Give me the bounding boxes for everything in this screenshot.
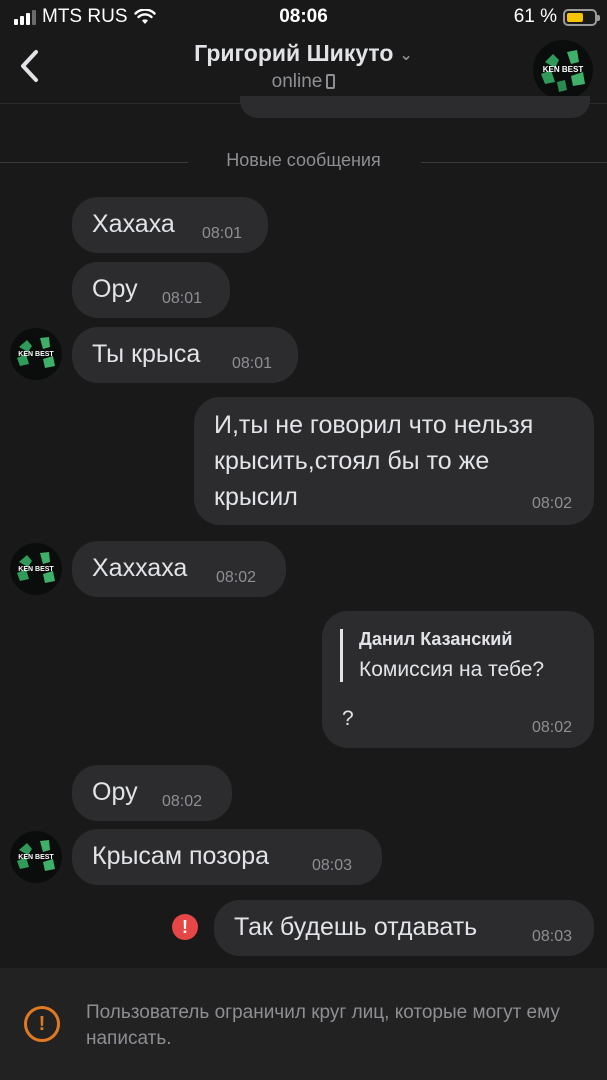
new-messages-label: Новые сообщения (212, 150, 395, 170)
message-time: 08:02 (216, 569, 257, 586)
incoming-message[interactable]: Хаххаха 08:02 (72, 541, 286, 597)
mobile-phone-icon (326, 74, 336, 89)
contact-name-text: Григорий Шикуто (194, 40, 394, 66)
avatar-logo-text: KEN BEST (18, 566, 54, 573)
incoming-message[interactable]: Ору 08:01 (72, 262, 230, 318)
message-time: 08:01 (202, 225, 243, 242)
incoming-message[interactable]: Ору 08:02 (72, 765, 232, 821)
presence-text: online (271, 71, 323, 92)
message-time: 08:02 (531, 495, 572, 512)
incoming-message[interactable]: Крысам позора 08:03 (72, 829, 382, 885)
message-text: ? (342, 707, 354, 730)
message-time: 08:02 (531, 719, 572, 736)
contact-avatar[interactable]: KEN BEST (533, 40, 593, 100)
message-text: Хахаха (92, 210, 175, 238)
message-time: 08:01 (162, 290, 203, 307)
avatar-logo-text: KEN BEST (18, 854, 54, 861)
outgoing-message[interactable]: Данил Казанский Комиссия на тебе? ? 08:0… (322, 611, 594, 748)
incoming-message[interactable]: Хахаха 08:01 (72, 197, 268, 253)
message-text: Так будешь отдавать (234, 913, 478, 941)
warning-icon: ! (24, 1006, 60, 1042)
back-arrow-icon[interactable] (14, 46, 48, 86)
incoming-message[interactable]: Ты крыса 08:01 (72, 327, 298, 383)
sender-avatar[interactable]: KEN BEST (10, 831, 62, 883)
reply-text: Комиссия на тебе? (359, 658, 545, 681)
message-text: Ору (92, 778, 138, 806)
message-text: Хаххаха (92, 554, 188, 582)
message-text: Крысам позора (92, 842, 270, 870)
reply-author: Данил Казанский (359, 629, 513, 649)
message-time: 08:03 (312, 857, 353, 874)
message-time: 08:01 (232, 355, 273, 372)
outgoing-message[interactable]: И,ты не говорил что нельзя крысить,стоял… (194, 397, 594, 525)
message-text: Ты крыса (92, 340, 201, 368)
sender-avatar[interactable]: KEN BEST (10, 328, 62, 380)
message-text: Ору (92, 275, 138, 303)
reply-quote[interactable]: Данил Казанский Комиссия на тебе? (340, 629, 544, 682)
avatar-logo-text: KEN BEST (543, 65, 584, 74)
restricted-notice-text: Пользователь ограничил круг лиц, которые… (86, 1002, 560, 1049)
status-bar: MTS RUS 08:06 61 % (0, 0, 607, 34)
message-time: 08:02 (162, 793, 203, 810)
chevron-down-icon: ⌄ (399, 46, 413, 64)
restricted-notice-bar: ! Пользователь ограничил круг лиц, котор… (0, 968, 607, 1080)
contact-info[interactable]: Григорий Шикуто ⌄ online (100, 40, 507, 93)
send-error-icon[interactable]: ! (172, 914, 198, 940)
message-text-line: крысил (214, 483, 298, 511)
message-text-line: крысить,стоял бы то же (214, 447, 490, 475)
new-messages-divider: Новые сообщения (0, 150, 607, 176)
chat-header: Григорий Шикуто ⌄ online KEN BEST (0, 34, 607, 104)
message-text-line: И,ты не говорил что нельзя (214, 411, 534, 439)
battery-percent: 61 % (513, 6, 557, 27)
outgoing-message[interactable]: Так будешь отдавать 08:03 (214, 900, 594, 956)
contact-name[interactable]: Григорий Шикуто ⌄ (100, 40, 507, 67)
presence-status: online (100, 71, 507, 93)
avatar-logo-text: KEN BEST (18, 351, 54, 358)
message-time: 08:03 (531, 928, 572, 945)
sender-avatar[interactable]: KEN BEST (10, 543, 62, 595)
battery-icon (563, 8, 600, 26)
previous-message-bubble (240, 96, 590, 118)
